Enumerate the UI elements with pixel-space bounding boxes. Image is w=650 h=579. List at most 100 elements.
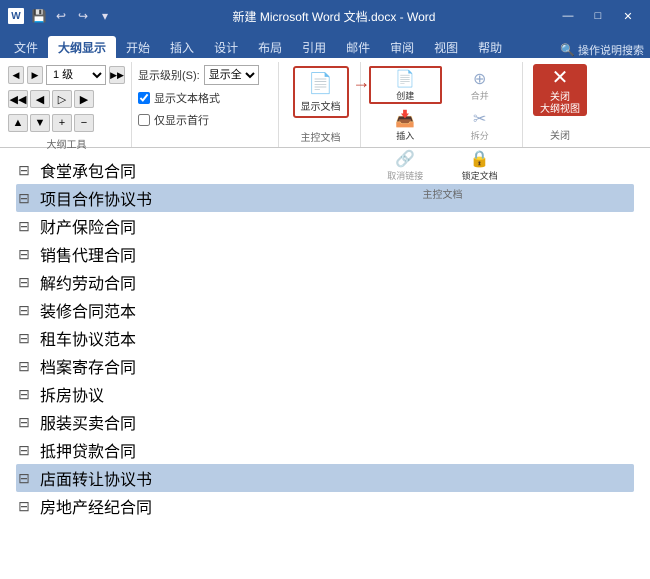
minimize-button[interactable]: — xyxy=(554,5,582,27)
outline-collapse-icon: ⊟ xyxy=(16,190,32,207)
merge-icon: ⊕ xyxy=(473,69,486,89)
show-level-group: 显示级别(S): 显示全部 显示文本格式 仅显示首行 x xyxy=(134,62,279,147)
outline-tools-label: 大纲工具 xyxy=(8,134,125,154)
redo-button[interactable]: ↪ xyxy=(74,7,92,25)
save-button[interactable]: 💾 xyxy=(30,7,48,25)
create-button[interactable]: 📄 创建 xyxy=(369,66,442,104)
show-first-line-label: 仅显示首行 xyxy=(154,112,209,128)
show-document-button[interactable]: 📄 显示文档 xyxy=(293,66,349,118)
level-select[interactable]: 1 级 xyxy=(46,65,106,85)
show-document-group: 📄 显示文档 → 主控文档 xyxy=(281,62,361,147)
tab-review[interactable]: 审阅 xyxy=(380,36,424,58)
outline-item[interactable]: ⊟ 装修合同范本 xyxy=(16,296,634,324)
outline-item[interactable]: ⊟财产保险合同 xyxy=(16,212,634,240)
tab-insert[interactable]: 插入 xyxy=(160,36,204,58)
outline-item-text: 拆房协议 xyxy=(40,382,104,406)
outline-item[interactable]: ⊟ 拆房协议 xyxy=(16,380,634,408)
outline-item-text: 租车协议范本 xyxy=(40,326,136,350)
master-document-group: ⊕ 合并 📄 创建 📥 插入 ✂ 拆分 🔗 取消链接 xyxy=(363,62,523,147)
ribbon-tabs-row: 文件 大纲显示 开始 插入 设计 布局 引用 邮件 审阅 视图 帮助 🔍 操作说… xyxy=(0,32,650,58)
master-doc-label: 主控文档 xyxy=(369,184,516,204)
tab-file[interactable]: 文件 xyxy=(4,36,48,58)
ribbon-body: ◀ ▶ 1 级 ▶▶ ◀◀ ◀ ▷ ▶ ▲ ▼ + − 大纲工具 xyxy=(0,58,650,148)
outline-collapse-icon: ⊟ xyxy=(16,358,32,375)
demote-to-body-button[interactable]: ▷ xyxy=(52,90,72,108)
outline-item-text: 服装买卖合同 xyxy=(40,410,136,434)
close-group: ✕ 关闭大纲视图 关闭 xyxy=(525,62,595,147)
insert-label: 插入 xyxy=(396,129,414,142)
customize-button[interactable]: ▾ xyxy=(96,7,114,25)
tab-design[interactable]: 设计 xyxy=(204,36,248,58)
demote-button[interactable]: ▶ xyxy=(74,90,94,108)
master-doc-content: ⊕ 合并 📄 创建 📥 插入 ✂ 拆分 🔗 取消链接 xyxy=(369,64,516,184)
show-formatting-checkbox[interactable] xyxy=(138,92,150,104)
lock-button[interactable]: 🔒 锁定文档 xyxy=(444,146,517,184)
expand-button[interactable]: ▶▶ xyxy=(109,66,125,84)
tab-help[interactable]: 帮助 xyxy=(468,36,512,58)
outline-item[interactable]: ⊟房地产经纪合同 xyxy=(16,492,634,520)
outline-collapse-icon: ⊟ xyxy=(16,386,32,403)
outline-item[interactable]: ⊟抵押贷款合同 xyxy=(16,436,634,464)
show-document-label: 显示文档 xyxy=(301,98,341,113)
title-bar: W 💾 ↩ ↪ ▾ 新建 Microsoft Word 文档.docx - Wo… xyxy=(0,0,650,32)
undo-button[interactable]: ↩ xyxy=(52,7,70,25)
outline-collapse-icon: ⊟ xyxy=(16,274,32,291)
tab-home[interactable]: 开始 xyxy=(116,36,160,58)
show-first-line-row: 仅显示首行 xyxy=(138,110,272,130)
show-first-line-checkbox[interactable] xyxy=(138,114,150,126)
collapse-content-button[interactable]: − xyxy=(74,114,94,132)
document-content: ⊟食堂承包合同⊟项目合作协议书⊟财产保险合同⊟销售代理合同⊟解约劳动合同⊟装修合… xyxy=(0,148,650,528)
outline-item[interactable]: ⊟店面转让协议书 xyxy=(16,464,634,492)
outline-item[interactable]: ⊟服装买卖合同 xyxy=(16,408,634,436)
close-outline-button[interactable]: ✕ 关闭大纲视图 xyxy=(533,64,587,116)
unlink-label: 取消链接 xyxy=(387,169,423,182)
tab-mailings[interactable]: 邮件 xyxy=(336,36,380,58)
outline-item[interactable]: ⊟档案寄存合同 xyxy=(16,352,634,380)
tab-references[interactable]: 引用 xyxy=(292,36,336,58)
outline-item[interactable]: ⊟食堂承包合同 xyxy=(16,156,634,184)
search-label: 操作说明搜索 xyxy=(578,42,644,58)
tab-outline[interactable]: 大纲显示 xyxy=(48,36,116,58)
close-button[interactable]: ✕ xyxy=(614,5,642,27)
split-button[interactable]: ✂ 拆分 xyxy=(444,106,517,144)
outline-item-text: 项目合作协议书 xyxy=(40,186,152,210)
outline-collapse-icon: ⊟ xyxy=(16,246,32,263)
outline-item[interactable]: ⊟ 租车协议范本 xyxy=(16,324,634,352)
show-level-select[interactable]: 显示全部 xyxy=(204,65,259,85)
move-down-button[interactable]: ▼ xyxy=(30,114,50,132)
outline-item-text: 食堂承包合同 xyxy=(40,158,136,182)
merge-button[interactable]: ⊕ 合并 xyxy=(444,66,517,104)
lock-icon: 🔒 xyxy=(470,149,490,169)
show-document-group-label: 主控文档 xyxy=(301,127,341,147)
unlink-button[interactable]: 🔗 取消链接 xyxy=(369,146,442,184)
maximize-button[interactable]: □ xyxy=(584,5,612,27)
show-level-row: 显示级别(S): 显示全部 xyxy=(138,64,272,86)
window-title: 新建 Microsoft Word 文档.docx - Word xyxy=(114,8,554,25)
outline-item-text: 财产保险合同 xyxy=(40,214,136,238)
search-box-area[interactable]: 🔍 操作说明搜索 xyxy=(560,42,650,58)
outline-item-text: 销售代理合同 xyxy=(40,242,136,266)
outline-item[interactable]: ⊟ 项目合作协议书 xyxy=(16,184,634,212)
lock-label: 锁定文档 xyxy=(462,169,498,182)
tab-layout[interactable]: 布局 xyxy=(248,36,292,58)
quick-access-toolbar: 💾 ↩ ↪ ▾ xyxy=(30,7,114,25)
insert-button[interactable]: 📥 插入 xyxy=(369,106,442,144)
title-bar-left: W 💾 ↩ ↪ ▾ xyxy=(8,7,114,25)
show-level-label: 显示级别(S): xyxy=(138,67,200,83)
move-up-button[interactable]: ▲ xyxy=(8,114,28,132)
close-group-label: 关闭 xyxy=(550,125,570,145)
next-button[interactable]: ▶ xyxy=(27,66,43,84)
outline-item[interactable]: ⊟解约劳动合同 xyxy=(16,268,634,296)
expand-content-button[interactable]: + xyxy=(52,114,72,132)
outline-collapse-icon: ⊟ xyxy=(16,330,32,347)
promote-button[interactable]: ◀ xyxy=(30,90,50,108)
outline-item[interactable]: ⊟ 销售代理合同 xyxy=(16,240,634,268)
outline-tools-group: ◀ ▶ 1 级 ▶▶ ◀◀ ◀ ▷ ▶ ▲ ▼ + − 大纲工具 xyxy=(4,62,132,147)
promote-to-top-button[interactable]: ◀◀ xyxy=(8,90,28,108)
create-icon: 📄 xyxy=(395,69,415,89)
search-icon: 🔍 xyxy=(560,43,575,57)
outline-item-text: 装修合同范本 xyxy=(40,298,136,322)
tab-view[interactable]: 视图 xyxy=(424,36,468,58)
outline-collapse-icon: ⊟ xyxy=(16,302,32,319)
prev-button[interactable]: ◀ xyxy=(8,66,24,84)
